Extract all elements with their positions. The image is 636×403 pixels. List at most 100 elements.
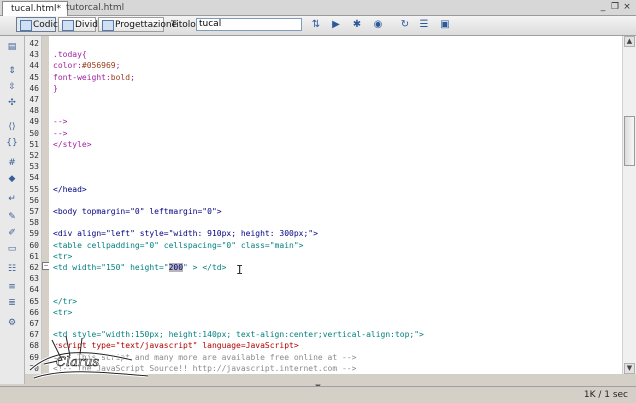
scroll-down-icon[interactable]: ▼ xyxy=(624,363,635,374)
line-number: 58 xyxy=(29,218,39,228)
code-line[interactable]: <tr> xyxy=(53,307,72,318)
open-documents-icon[interactable]: ▤ xyxy=(6,42,18,53)
code-token: <tr> xyxy=(53,307,73,317)
code-editor[interactable]: .today{color:#056969; font-weight:bold;} -… xyxy=(49,36,622,374)
split-view-button[interactable]: Dividi xyxy=(58,17,100,32)
code-line[interactable]: color:#056969; xyxy=(53,60,120,71)
recent-snippets-icon[interactable]: ☷ xyxy=(6,264,18,275)
line-number: 54 xyxy=(29,173,39,183)
line-number: 47 xyxy=(29,95,39,104)
code-token: <body topmargin="0" leftmargin="0"> xyxy=(53,207,222,216)
coding-toolbar: ▤ ⇕ ⇳ ✣ ⟨⟩ {} # ◆ ↵ ✎ ✐ ▭ ☷ ≡ ≣ ⚙ xyxy=(0,36,25,384)
code-token: <td style="width:150px; height:140px; te… xyxy=(53,330,424,340)
close-icon[interactable]: × xyxy=(622,2,632,12)
line-number: 50 xyxy=(29,128,39,138)
check-page-icon[interactable]: ◉ xyxy=(370,18,386,32)
line-numbers-icon[interactable]: # xyxy=(6,158,18,169)
minimize-icon[interactable]: _ xyxy=(598,2,608,12)
line-number: 48 xyxy=(29,106,39,116)
line-number: 62 xyxy=(29,263,39,272)
indent-icon[interactable]: ≡ xyxy=(6,282,18,293)
code-token: bold xyxy=(110,72,131,82)
remove-comment-icon[interactable]: ✐ xyxy=(6,228,18,239)
code-token: <td width="150" height=" xyxy=(53,263,169,272)
code-line[interactable]: <div align="left" style="width: 910px; h… xyxy=(53,228,318,239)
line-number: 52 xyxy=(29,151,39,160)
view-options-icon[interactable]: ☰ xyxy=(416,18,432,32)
code-token: <div align="left" style="width: 910px; h… xyxy=(53,229,318,239)
collapse-selection-icon[interactable]: ⇳ xyxy=(6,82,18,93)
scroll-up-icon[interactable]: ▲ xyxy=(624,36,635,47)
select-parent-icon[interactable]: ⟨⟩ xyxy=(6,122,18,133)
code-token: ; xyxy=(115,61,121,71)
code-view-button[interactable]: Codice xyxy=(16,17,64,32)
format-source-icon[interactable]: ⚙ xyxy=(6,318,18,329)
code-line[interactable]: <td width="150" height="200" > </td> xyxy=(53,262,226,273)
line-number: 69 xyxy=(29,352,39,362)
code-token: color: xyxy=(53,61,82,71)
code-line[interactable]: <td style="width:150px; height:140px; te… xyxy=(53,329,424,340)
outdent-icon[interactable]: ≣ xyxy=(6,298,18,309)
code-line[interactable]: font-weight:bold; xyxy=(53,72,135,83)
line-number: 55 xyxy=(29,184,39,194)
code-token: </tr> xyxy=(53,296,78,306)
restore-icon[interactable]: ❐ xyxy=(610,2,620,12)
code-line[interactable]: --> xyxy=(53,116,67,127)
code-line[interactable]: --> xyxy=(53,128,67,139)
code-token: <table cellpadding="0" cellspacing="0" c… xyxy=(53,240,304,250)
line-number: 60 xyxy=(29,240,39,250)
visual-aids-icon[interactable]: ▣ xyxy=(437,18,453,32)
code-line[interactable]: <!-- This script and many more are avail… xyxy=(53,352,356,363)
code-line[interactable]: <!-- The JavaScript Source!! http://java… xyxy=(53,363,356,374)
code-line[interactable]: </tr> xyxy=(53,296,77,307)
preview-icon[interactable]: ▶ xyxy=(328,18,344,32)
balance-braces-icon[interactable]: {} xyxy=(6,138,18,149)
code-token: <!-- The JavaScript Source!! http://java… xyxy=(53,363,357,373)
line-number: 56 xyxy=(29,195,39,205)
scrollbar-thumb[interactable] xyxy=(624,116,635,166)
wrap-tag-icon[interactable]: ▭ xyxy=(6,244,18,255)
line-number: 42 xyxy=(29,39,39,48)
vertical-scrollbar[interactable]: ▲ ▼ xyxy=(622,36,636,374)
file-management-icon[interactable]: ⇅ xyxy=(308,18,324,32)
line-number: 53 xyxy=(29,162,39,172)
refresh-icon[interactable]: ↻ xyxy=(397,18,413,32)
code-line[interactable]: .today{ xyxy=(53,49,87,60)
status-bar: 1K / 1 sec xyxy=(0,386,636,403)
line-number: 70 xyxy=(29,363,39,373)
line-number: 67 xyxy=(29,319,39,328)
code-line[interactable]: <body topmargin="0" leftmargin="0"> xyxy=(53,206,222,217)
collapse-tag-icon[interactable]: ⇕ xyxy=(6,66,18,77)
line-number: 68 xyxy=(29,341,39,351)
code-token: font-weight: xyxy=(53,72,111,82)
code-token: " > </td> xyxy=(183,263,227,272)
design-view-button[interactable]: Progettazione xyxy=(98,17,177,32)
line-number-column: 42 43 44 45 46 47 48 49 50 51 52 53 54 55 56 57 58 59 60 61… xyxy=(25,36,42,374)
code-line[interactable]: <table cellpadding="0" cellspacing="0" c… xyxy=(53,240,303,251)
download-size-status: 1K / 1 sec xyxy=(583,390,628,400)
text-cursor-icon: I xyxy=(236,263,244,277)
design-view-icon xyxy=(102,20,114,31)
debug-icon[interactable]: ✱ xyxy=(349,18,365,32)
page-title-input[interactable] xyxy=(196,18,302,31)
code-line[interactable]: <tr> xyxy=(53,251,72,262)
line-number: 57 xyxy=(29,207,39,216)
line-number: 51 xyxy=(29,139,39,149)
line-number: 65 xyxy=(29,296,39,306)
code-line[interactable]: } xyxy=(53,83,58,94)
apply-comment-icon[interactable]: ✎ xyxy=(6,212,18,223)
code-line[interactable]: </head> xyxy=(53,184,87,195)
line-number: 45 xyxy=(29,72,39,82)
line-number: 67 xyxy=(29,330,39,340)
code-token: <!-- This script and many more are avail… xyxy=(53,352,357,362)
word-wrap-icon[interactable]: ↵ xyxy=(6,194,18,205)
highlight-invalid-icon[interactable]: ◆ xyxy=(6,174,18,185)
line-number: 66 xyxy=(29,307,39,317)
title-label: Titolo: xyxy=(171,20,199,30)
line-number: 49 xyxy=(29,117,39,127)
expand-all-icon[interactable]: ✣ xyxy=(6,98,18,109)
code-line[interactable]: <script type="text/javascript" language=… xyxy=(53,340,299,351)
design-view-label: Progettazione xyxy=(115,20,178,30)
code-line[interactable]: </style> xyxy=(53,139,92,150)
tab-tutorcal[interactable]: tutorcal.html xyxy=(58,1,130,15)
